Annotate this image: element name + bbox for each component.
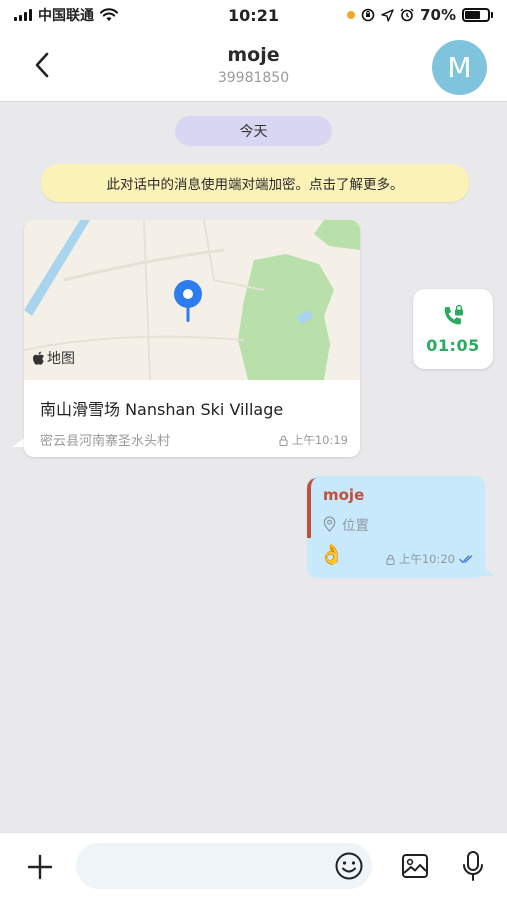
microphone-icon xyxy=(463,851,483,881)
chat-area[interactable]: 今天 此对话中的消息使用端对端加密。点击了解更多。 地图 南山滑雪场 Nansh… xyxy=(0,102,507,832)
attach-button[interactable] xyxy=(26,853,54,881)
map-preview[interactable]: 地图 xyxy=(24,220,360,381)
lock-rotation-icon xyxy=(361,8,375,22)
date-separator: 今天 xyxy=(175,116,332,146)
gallery-button[interactable] xyxy=(400,851,430,881)
reply-quote[interactable]: moje 位置 xyxy=(307,478,485,538)
double-check-icon xyxy=(459,555,473,564)
location-arrow-icon xyxy=(381,8,394,22)
message-time-text: 上午10:19 xyxy=(291,433,348,447)
location-message[interactable]: 地图 南山滑雪场 Nanshan Ski Village 密云县河南寨圣水头村 … xyxy=(24,220,360,457)
chat-header: moje 39981850 M xyxy=(0,30,507,102)
reply-type-text: 位置 xyxy=(342,518,369,534)
battery-icon xyxy=(462,8,493,22)
map-label-text: 地图 xyxy=(47,351,75,367)
message-input[interactable] xyxy=(76,843,372,889)
lock-icon xyxy=(279,435,288,446)
location-pin-icon xyxy=(323,516,336,532)
lock-icon xyxy=(386,554,395,565)
carrier-name: 中国联通 xyxy=(38,8,94,24)
message-time: 上午10:20 xyxy=(386,551,475,567)
plus-icon xyxy=(27,854,53,880)
recording-dot-icon xyxy=(347,11,356,19)
reply-preview: 位置 xyxy=(323,514,369,534)
image-icon xyxy=(402,854,428,878)
place-address: 密云县河南寨圣水头村 xyxy=(40,434,171,449)
voice-button[interactable] xyxy=(460,850,486,882)
message-emoji: 👌 xyxy=(319,542,344,566)
status-right: 70% xyxy=(347,6,493,24)
outgoing-message[interactable]: moje 位置 👌 上午10:20 xyxy=(307,476,485,578)
map-pin-icon xyxy=(172,278,204,328)
emoji-button[interactable] xyxy=(334,851,364,881)
reply-author: moje xyxy=(323,486,365,504)
avatar[interactable]: M xyxy=(432,40,487,95)
alarm-icon xyxy=(400,8,414,22)
smiley-icon xyxy=(335,852,363,880)
battery-percent: 70% xyxy=(420,6,456,24)
message-time: 上午10:19 xyxy=(279,432,348,448)
status-left: 中国联通 xyxy=(14,5,118,25)
encryption-notice[interactable]: 此对话中的消息使用端对端加密。点击了解更多。 xyxy=(41,164,469,202)
place-name: 南山滑雪场 Nanshan Ski Village xyxy=(40,400,284,419)
wifi-icon xyxy=(100,8,118,22)
apple-logo-icon xyxy=(33,351,44,365)
phone-lock-icon xyxy=(444,304,463,325)
call-duration: 01:05 xyxy=(426,335,480,355)
signal-icon xyxy=(14,9,32,21)
call-message[interactable]: 01:05 xyxy=(413,289,493,369)
message-time-text: 上午10:20 xyxy=(398,552,455,566)
apple-maps-label: 地图 xyxy=(32,348,75,368)
input-bar xyxy=(0,832,507,900)
status-bar: 中国联通 10:21 70% xyxy=(0,0,507,30)
contact-name[interactable]: moje xyxy=(0,44,507,66)
contact-id: 39981850 xyxy=(217,70,290,86)
